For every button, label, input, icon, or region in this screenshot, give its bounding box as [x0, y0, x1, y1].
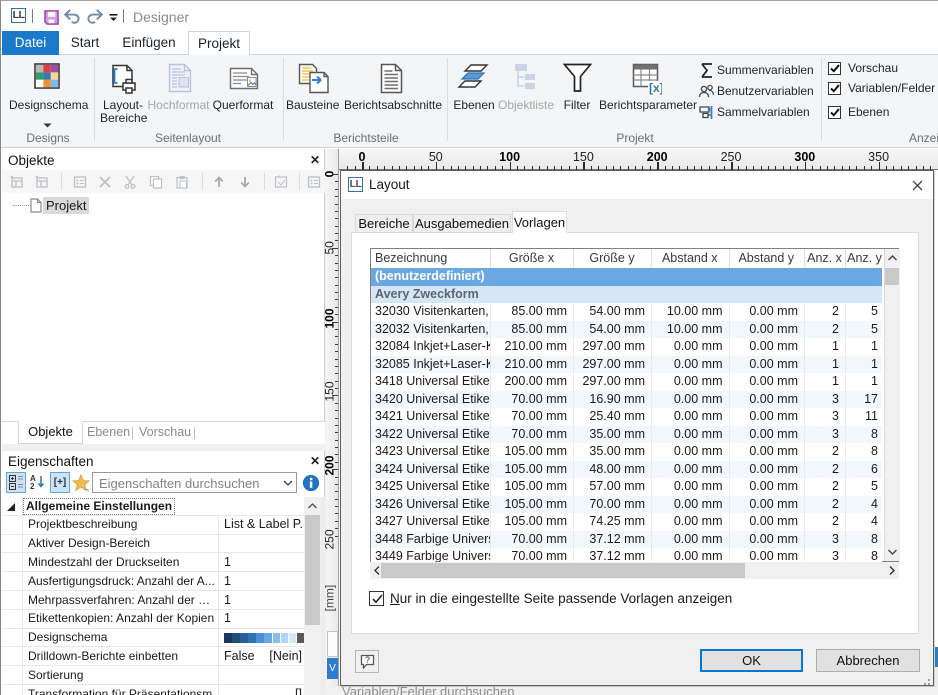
svg-text:[x]: [x] — [649, 81, 662, 95]
svg-text:2: 2 — [30, 482, 35, 490]
svg-text:?: ? — [365, 655, 370, 665]
